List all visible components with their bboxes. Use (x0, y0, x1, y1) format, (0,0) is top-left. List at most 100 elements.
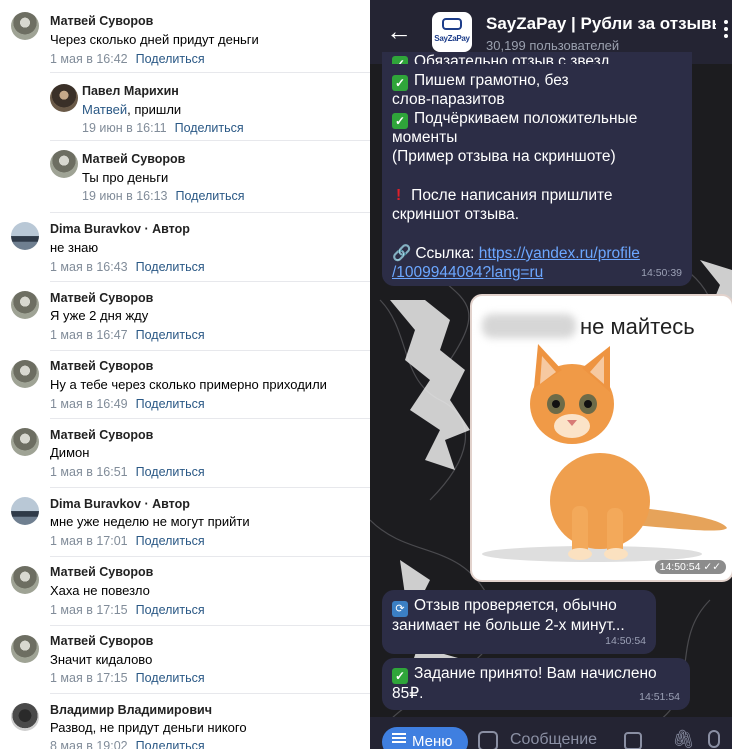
subscriber-count: 30,199 пользователей (486, 38, 620, 53)
comment-author[interactable]: Dima Buravkov · Автор (50, 497, 190, 511)
message-line: занимает не больше 2-х минут... (392, 617, 625, 634)
profile-link-cont[interactable]: /1009944084?lang=ru (392, 264, 543, 281)
share-link[interactable]: Поделиться (176, 189, 245, 203)
share-link[interactable]: Поделиться (175, 121, 244, 135)
message-time: 14:50:54 (605, 634, 646, 647)
comment-author[interactable]: Владимир Владимирович (50, 703, 212, 717)
share-link[interactable]: Поделиться (136, 328, 205, 342)
comment-time[interactable]: 1 мая в 17:15 (50, 671, 128, 685)
message-time: 14:50:54 ✓✓ (654, 560, 726, 574)
comment-text: Хаха не повезло (50, 583, 150, 598)
avatar[interactable] (11, 497, 39, 525)
comment-meta: 19 июн в 16:11 Поделиться (82, 121, 244, 135)
message-line: 🔗 Ссылка: https://yandex.ru/profile (392, 245, 640, 262)
divider (50, 350, 370, 351)
comment-time[interactable]: 1 мая в 16:47 (50, 328, 128, 342)
comment-time[interactable]: 1 мая в 16:43 (50, 260, 128, 274)
avatar[interactable] (11, 12, 39, 40)
avatar[interactable] (11, 222, 39, 250)
comment-time[interactable]: 1 мая в 17:15 (50, 603, 128, 617)
share-link[interactable]: Поделиться (136, 397, 205, 411)
comment-time[interactable]: 19 июн в 16:11 (82, 121, 167, 135)
photo-message[interactable]: не майтесь 14:50:54 ✓✓ (470, 294, 732, 582)
comment-author[interactable]: Матвей Суворов (50, 634, 153, 648)
message-time: 14:51:54 (639, 690, 680, 703)
comment-time[interactable]: 1 мая в 17:01 (50, 534, 128, 548)
message-line: ✓ Задание принято! Вам начислено (392, 664, 657, 684)
message-line: моменты (392, 129, 458, 146)
message-bubble[interactable]: ⟳ Отзыв проверяется, обычно занимает не б… (382, 590, 656, 654)
comment-time[interactable]: 1 мая в 16:51 (50, 465, 128, 479)
comment-text: Развод, не придут деньги никого (50, 720, 247, 735)
avatar[interactable] (11, 703, 39, 731)
comment-author[interactable]: Матвей Суворов (50, 359, 153, 373)
divider (50, 418, 370, 419)
mention-link[interactable]: Матвей (82, 102, 127, 117)
profile-link[interactable]: https://yandex.ru/profile (479, 245, 640, 262)
share-link[interactable]: Поделиться (136, 739, 205, 749)
avatar[interactable] (11, 360, 39, 388)
avatar[interactable] (11, 428, 39, 456)
message-line: /1009944084?lang=ru (392, 263, 543, 283)
microphone-icon[interactable] (708, 730, 720, 748)
avatar[interactable] (11, 291, 39, 319)
vk-comments-panel: Матвей Суворов Через сколько дней придут… (0, 0, 370, 749)
divider (50, 212, 370, 213)
comment-time[interactable]: 1 мая в 16:49 (50, 397, 128, 411)
comment-time[interactable]: 19 июн в 16:13 (82, 189, 168, 203)
comment-meta: 19 июн в 16:13 Поделиться (82, 189, 245, 203)
checkmark-icon: ✓ (392, 668, 408, 684)
message-line: ✓ Подчёркиваем положительные (392, 109, 637, 129)
comment-text: Ну а тебе через сколько примерно приходи… (50, 377, 327, 392)
share-link[interactable]: Поделиться (136, 465, 205, 479)
comment-time[interactable]: 1 мая в 16:42 (50, 52, 128, 66)
exclamation-icon: ! (396, 187, 402, 204)
comment-author[interactable]: Матвей Суворов (50, 14, 153, 28)
checkmark-icon: ✓ (392, 56, 408, 64)
message-time: 14:50:39 (641, 266, 682, 279)
comment-author[interactable]: Матвей Суворов (50, 291, 153, 305)
avatar[interactable] (50, 84, 78, 112)
comment-meta: 1 мая в 17:01 Поделиться (50, 534, 205, 548)
comment-time[interactable]: 8 мая в 19:02 (50, 739, 128, 749)
channel-title[interactable]: SayZaPay | Рубли за отзывы (486, 14, 716, 34)
message-line: ! После написания пришлите (396, 187, 613, 204)
comment-author[interactable]: Матвей Суворов (50, 428, 153, 442)
share-link[interactable]: Поделиться (136, 671, 205, 685)
checkmark-icon: ✓ (392, 75, 408, 91)
avatar[interactable] (11, 635, 39, 663)
grid-icon[interactable] (624, 732, 642, 749)
attach-icon[interactable]: 🖇 (672, 729, 695, 749)
share-link[interactable]: Поделиться (136, 534, 205, 548)
message-bubble[interactable]: ✓ Обязательно отзыв с звезд ✓ Пишем грамот… (382, 52, 692, 286)
comment-text: Матвей, пришли (82, 102, 182, 117)
arrow-left-icon[interactable]: ← (386, 16, 412, 46)
comment-text: Через сколько дней придут деньги (50, 32, 259, 47)
divider (50, 556, 370, 557)
checkmark-icon: ✓ (392, 113, 408, 129)
author-tag: · Автор (141, 497, 190, 511)
message-input[interactable]: Сообщение (510, 731, 597, 749)
menu-button[interactable]: Меню (382, 727, 468, 749)
comment-text: Димон (50, 445, 90, 460)
avatar[interactable] (50, 150, 78, 178)
share-link[interactable]: Поделиться (136, 52, 205, 66)
speech-bubble-icon (442, 18, 462, 30)
refresh-icon: ⟳ (392, 601, 408, 617)
message-line: ✓ Пишем грамотно, без (392, 71, 569, 91)
channel-avatar[interactable]: SayZaPay (432, 12, 472, 52)
comment-author[interactable]: Матвей Суворов (82, 152, 185, 166)
sticker-icon[interactable] (478, 731, 498, 749)
comment-author[interactable]: Павел Марихин (82, 84, 179, 98)
more-vertical-icon[interactable] (724, 20, 732, 41)
author-tag: · Автор (141, 222, 190, 236)
message-bubble[interactable]: ✓ Задание принято! Вам начислено 85₽. 14:… (382, 658, 690, 710)
share-link[interactable]: Поделиться (136, 260, 205, 274)
avatar[interactable] (11, 566, 39, 594)
comment-author[interactable]: Матвей Суворов (50, 565, 153, 579)
message-line: ✓ Обязательно отзыв с звезд (392, 52, 610, 64)
comment-author[interactable]: Dima Buravkov · Автор (50, 222, 190, 236)
comment-meta: 1 мая в 16:49 Поделиться (50, 397, 205, 411)
share-link[interactable]: Поделиться (136, 603, 205, 617)
comment-text: не знаю (50, 240, 99, 255)
